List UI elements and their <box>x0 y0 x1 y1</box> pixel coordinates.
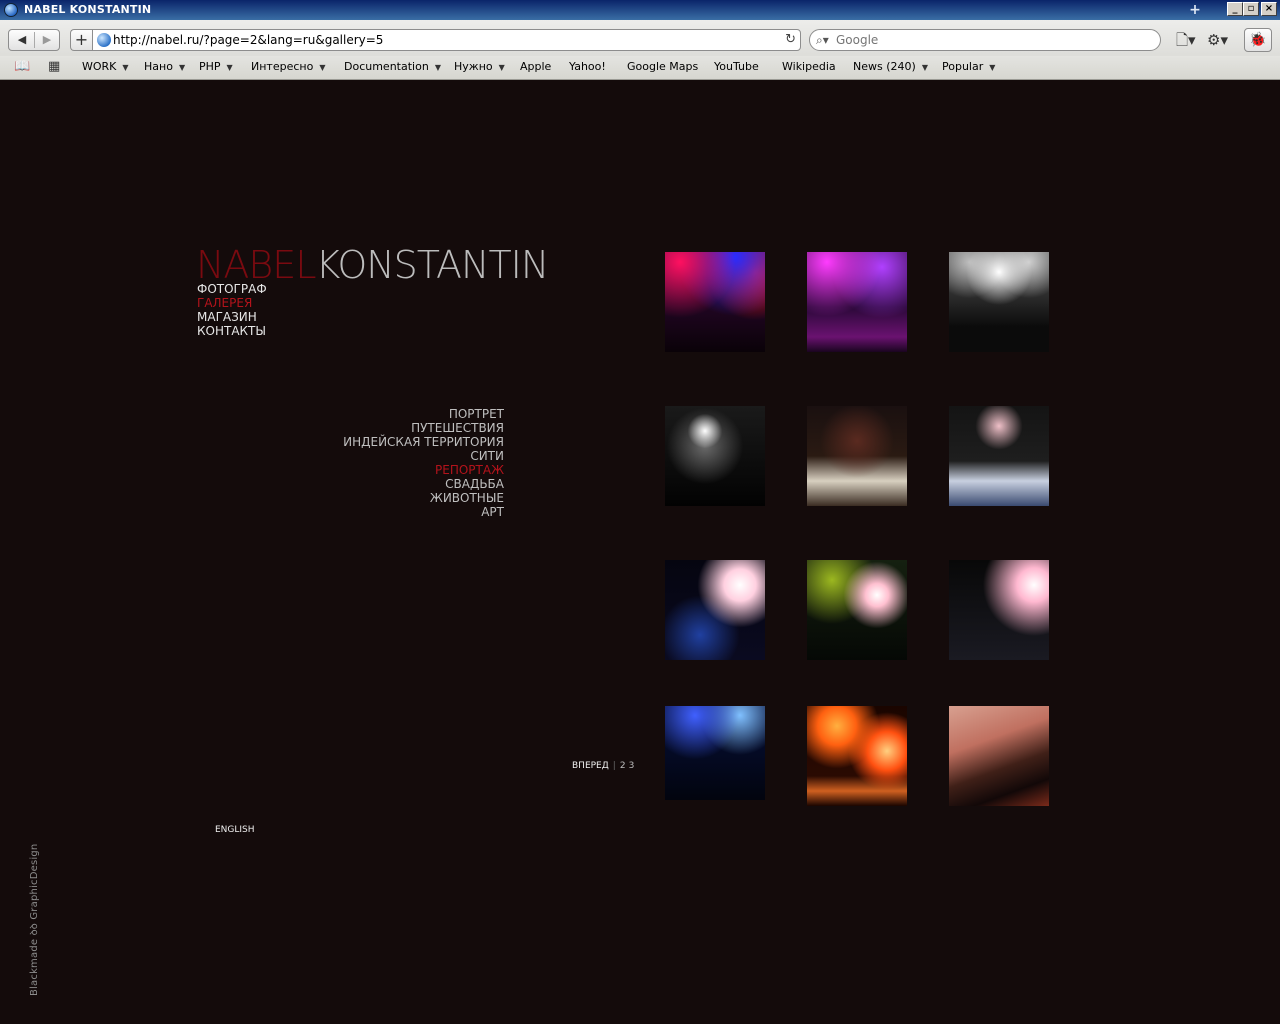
language-switch-link[interactable]: ENGLISH <box>215 825 255 835</box>
bookmark-label: PHP <box>199 60 221 73</box>
browser-toolbar: ◀ ▶ + http://nabel.ru/?page=2&lang=ru&ga… <box>0 20 1280 60</box>
bookmark-label: News (240) <box>853 60 916 73</box>
page-menu-icon[interactable]: 🗋▾ <box>1176 30 1196 50</box>
main-navigation: ФОТОГРАФ ГАЛЕРЕЯ МАГАЗИН КОНТАКТЫ <box>197 282 267 338</box>
bookmark-label: Popular <box>942 60 984 73</box>
bookmark-5[interactable]: Нужно ▼ <box>454 56 505 78</box>
gallery-thumbnail[interactable] <box>807 252 907 352</box>
pagination: ВПЕРЕД | 2 3 <box>572 761 635 771</box>
gallery-thumbnail[interactable] <box>949 252 1049 352</box>
gallery-nav-item-6[interactable]: ЖИВОТНЫЕ <box>300 491 504 505</box>
url-text[interactable]: http://nabel.ru/?page=2&lang=ru&gallery=… <box>113 30 383 50</box>
chevron-down-icon: ▼ <box>178 63 186 72</box>
gallery-thumbnail[interactable] <box>949 560 1049 660</box>
bookmark-label: Documentation <box>344 60 429 73</box>
gallery-nav-item-1[interactable]: ПУТЕШЕСТВИЯ <box>300 421 504 435</box>
chevron-down-icon: ▼ <box>319 63 326 72</box>
gallery-navigation: ПОРТРЕТ ПУТЕШЕСТВИЯ ИНДЕЙСКАЯ ТЕРРИТОРИЯ СИ… <box>300 407 504 519</box>
bookmark-label: WORK <box>82 60 117 73</box>
bookmark-2[interactable]: PHP ▼ <box>199 56 233 78</box>
main-nav-item-1[interactable]: ГАЛЕРЕЯ <box>197 296 267 310</box>
gallery-thumbnail[interactable] <box>807 706 907 806</box>
gallery-nav-item-0[interactable]: ПОРТРЕТ <box>300 407 504 421</box>
browser-app-icon <box>4 3 18 17</box>
gallery-nav-item-2[interactable]: ИНДЕЙСКАЯ ТЕРРИТОРИЯ <box>300 435 504 449</box>
add-bookmark-button[interactable]: + <box>70 29 92 51</box>
bookmark-12[interactable]: Popular ▼ <box>942 56 995 78</box>
chevron-down-icon: ▼ <box>122 63 129 72</box>
gallery-thumbnail[interactable] <box>949 706 1049 806</box>
bookmark-label: Wikipedia <box>782 60 836 73</box>
search-input[interactable] <box>836 32 1136 48</box>
bookmark-11[interactable]: News (240) ▼ <box>853 56 928 78</box>
chevron-down-icon: ▼ <box>226 63 233 72</box>
bookmark-8[interactable]: Google Maps <box>627 56 698 78</box>
gallery-nav-item-5[interactable]: СВАДЬБА <box>300 477 504 491</box>
bookmark-label: YouTube <box>714 60 759 73</box>
gallery-thumbnail[interactable] <box>665 560 765 660</box>
next-page-link[interactable]: ВПЕРЕД <box>572 761 609 771</box>
main-nav-item-0[interactable]: ФОТОГРАФ <box>197 282 267 296</box>
bookmark-4[interactable]: Documentation ▼ <box>344 56 441 78</box>
page-link-3[interactable]: 3 <box>629 761 635 771</box>
chevron-down-icon: ▼ <box>434 63 441 72</box>
gallery-nav-item-3[interactable]: СИТИ <box>300 449 504 463</box>
bookmark-9[interactable]: YouTube <box>714 56 759 78</box>
forward-button[interactable]: ▶ <box>35 32 59 48</box>
search-box[interactable]: ⌕▾ <box>809 29 1161 51</box>
bookmark-label: Google Maps <box>627 60 699 73</box>
window-title: NABEL KONSTANTIN <box>24 3 152 16</box>
main-nav-item-2[interactable]: МАГАЗИН <box>197 310 267 324</box>
designer-credit[interactable]: Blackmade ꝺꝺ GraphicDesign <box>26 844 40 996</box>
bug-report-icon[interactable]: 🐞 <box>1244 28 1272 52</box>
gallery-thumbnail[interactable] <box>665 706 765 800</box>
open-book-icon[interactable]: 📖 <box>14 60 30 74</box>
bookmark-0[interactable]: WORK ▼ <box>82 56 129 78</box>
reload-icon[interactable]: ↻ <box>785 30 796 50</box>
bookmark-label: Yahoo! <box>569 60 606 73</box>
gallery-thumbnail[interactable] <box>665 252 765 352</box>
navigation-buttons: ◀ ▶ <box>8 29 60 51</box>
site-logo[interactable]: NABELKONSTANTIN <box>196 243 549 287</box>
gallery-thumbnail[interactable] <box>949 406 1049 506</box>
gallery-thumbnail[interactable] <box>807 406 907 506</box>
bookmark-label: Нужно <box>454 60 493 73</box>
address-bar[interactable]: http://nabel.ru/?page=2&lang=ru&gallery=… <box>92 29 801 51</box>
chevron-down-icon: ▼ <box>989 63 996 72</box>
globe-icon <box>97 33 111 47</box>
logo-first-name: NABEL <box>196 243 316 287</box>
page-content: NABELKONSTANTIN ФОТОГРАФ ГАЛЕРЕЯ МАГАЗИН КО… <box>0 80 1280 1024</box>
grid-icon[interactable]: ▦ <box>48 60 60 74</box>
window-titlebar: NABEL KONSTANTIN + _ ▫ × <box>0 0 1280 20</box>
logo-last-name: KONSTANTIN <box>315 243 549 287</box>
bookmark-6[interactable]: Apple <box>520 56 551 78</box>
bookmark-label: Нано <box>144 60 173 73</box>
chevron-down-icon: ▼ <box>921 63 928 72</box>
bookmark-1[interactable]: Нано ▼ <box>144 56 185 78</box>
page-link-2[interactable]: 2 <box>620 761 626 771</box>
close-button[interactable]: × <box>1261 2 1277 16</box>
gallery-nav-item-4[interactable]: РЕПОРТАЖ <box>300 463 504 477</box>
bookmark-3[interactable]: Интересно ▼ <box>251 56 325 78</box>
minimize-button[interactable]: _ <box>1227 2 1243 16</box>
main-nav-item-3[interactable]: КОНТАКТЫ <box>197 324 267 338</box>
gear-icon[interactable]: ⚙▾ <box>1207 30 1228 50</box>
maximize-button[interactable]: ▫ <box>1243 2 1259 16</box>
gallery-nav-item-7[interactable]: АРТ <box>300 505 504 519</box>
bookmark-7[interactable]: Yahoo! <box>569 56 606 78</box>
back-button[interactable]: ◀ <box>10 32 34 48</box>
bookmark-label: Apple <box>520 60 552 73</box>
bookmark-label: Интересно <box>251 60 314 73</box>
chevron-down-icon: ▼ <box>498 63 505 72</box>
gallery-thumbnail[interactable] <box>665 406 765 506</box>
search-icon: ⌕▾ <box>816 33 829 47</box>
gallery-thumbnail[interactable] <box>807 560 907 660</box>
new-tab-button[interactable]: + <box>1180 2 1210 18</box>
bookmarks-bar: 📖 ▦ WORK ▼ Нано ▼ PHP ▼ Интересно ▼ Documentatio… <box>0 56 1280 80</box>
bookmark-10[interactable]: Wikipedia <box>782 56 836 78</box>
